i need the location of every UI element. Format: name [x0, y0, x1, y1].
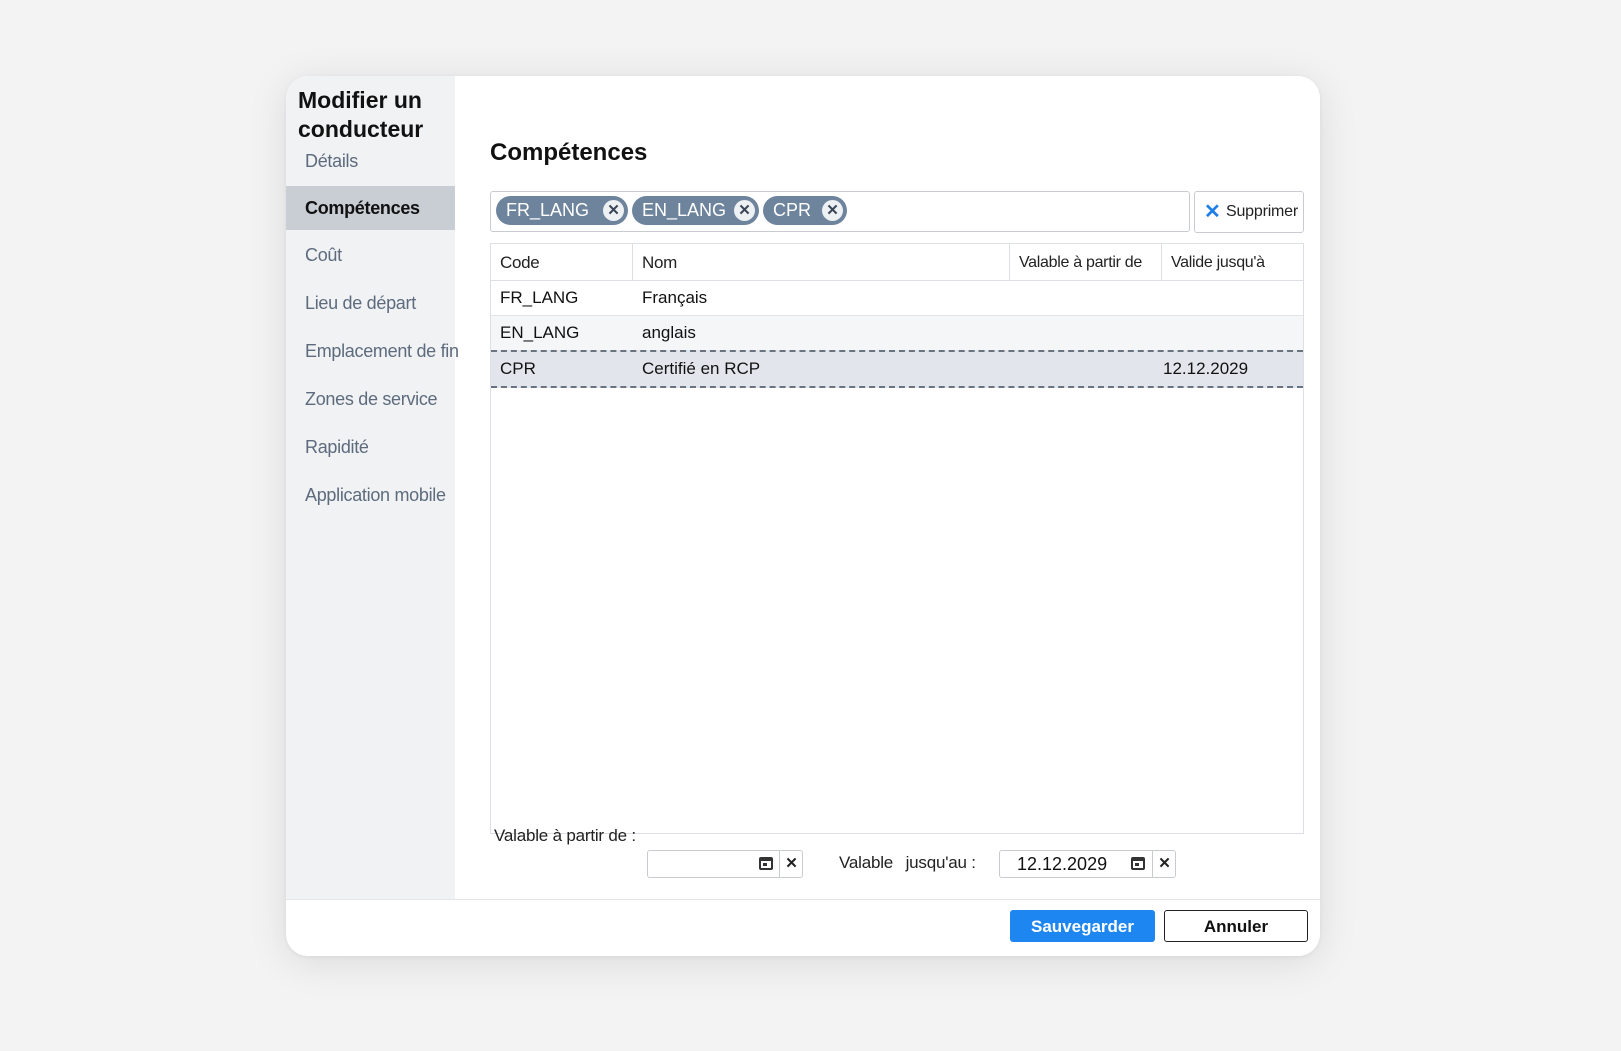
cell-valid-from [1010, 352, 1019, 386]
tag-en-lang: EN_LANG ✕ [632, 196, 759, 225]
close-icon: ✕ [1204, 201, 1221, 223]
cell-valid-from [1010, 281, 1019, 315]
valid-until-date-input[interactable]: 12.12.2029 ✕ [999, 850, 1176, 878]
sidebar-item-cost[interactable]: Coût [286, 233, 455, 277]
delete-button[interactable]: ✕ Supprimer [1194, 191, 1304, 233]
remove-tag-icon[interactable]: ✕ [734, 200, 755, 221]
cell-valid-until [1162, 281, 1171, 315]
calendar-icon[interactable] [1131, 857, 1145, 870]
cell-name: anglais [642, 323, 696, 342]
valid-until-label-part-2: jusqu'au : [905, 853, 976, 872]
section-title: Compétences [490, 139, 648, 166]
tag-label: FR_LANG [506, 200, 590, 220]
valid-from-date-input[interactable]: ✕ [647, 850, 803, 878]
save-button[interactable]: Sauvegarder [1010, 910, 1155, 942]
cell-code: EN_LANG [500, 323, 580, 342]
sidebar: Modifier un conducteur Détails Compétenc… [286, 76, 459, 899]
tag-fr-lang: FR_LANG ✕ [496, 196, 628, 225]
skills-table: Code Nom Valable à partir de Valide jusq… [490, 243, 1304, 834]
valid-from-label: Valable à partir de : [494, 826, 636, 845]
column-header-name[interactable]: Nom [633, 244, 1010, 280]
sidebar-item-end-location[interactable]: Emplacement de fin [286, 329, 459, 373]
column-header-valid-from[interactable]: Valable à partir de [1010, 244, 1162, 280]
column-header-valid-until[interactable]: Valide jusqu'à [1162, 244, 1303, 280]
cell-code: CPR [500, 359, 536, 378]
sidebar-item-mobile-app[interactable]: Application mobile [286, 473, 455, 517]
edit-driver-dialog: Modifier un conducteur Détails Compétenc… [286, 76, 1320, 956]
dialog-footer: Sauvegarder Annuler [286, 899, 1320, 956]
sidebar-item-details[interactable]: Détails [286, 139, 455, 183]
clear-valid-from-button[interactable]: ✕ [779, 851, 803, 877]
sidebar-item-speed[interactable]: Rapidité [286, 425, 455, 469]
table-row[interactable]: FR_LANG Français [491, 281, 1303, 316]
dialog-title: Modifier un conducteur [298, 87, 424, 142]
column-header-code[interactable]: Code [491, 244, 633, 280]
cell-valid-until [1162, 316, 1171, 350]
tag-label: CPR [773, 200, 812, 220]
cancel-button[interactable]: Annuler [1164, 910, 1308, 942]
cell-name: Certifié en RCP [642, 359, 761, 378]
table-row[interactable]: EN_LANG anglais [491, 316, 1303, 351]
remove-tag-icon[interactable]: ✕ [603, 200, 624, 221]
sidebar-item-competences[interactable]: Compétences [286, 186, 455, 230]
remove-tag-icon[interactable]: ✕ [822, 200, 843, 221]
delete-button-label: Supprimer [1226, 203, 1299, 220]
skills-tag-input[interactable]: FR_LANG ✕ EN_LANG ✕ CPR ✕ ⌄ [490, 191, 1190, 232]
tag-label: EN_LANG [642, 200, 727, 220]
cell-valid-from [1010, 316, 1019, 350]
cell-code: FR_LANG [500, 288, 579, 307]
cell-name: Français [642, 288, 708, 307]
clear-valid-until-button[interactable]: ✕ [1152, 851, 1176, 877]
sidebar-item-start-location[interactable]: Lieu de départ [286, 281, 455, 325]
calendar-icon[interactable] [759, 857, 773, 870]
table-row-selected[interactable]: CPR Certifié en RCP 12.12.2029 [491, 350, 1303, 388]
tag-cpr: CPR ✕ [763, 196, 847, 225]
sidebar-item-service-zones[interactable]: Zones de service [286, 377, 455, 421]
valid-until-label-part-1: Valable [839, 853, 894, 872]
valid-until-value: 12.12.2029 [1017, 854, 1108, 874]
cell-valid-until: 12.12.2029 [1163, 359, 1249, 378]
valid-until-label: Valable jusqu'au : [839, 853, 976, 873]
table-header: Code Nom Valable à partir de Valide jusq… [491, 244, 1303, 281]
